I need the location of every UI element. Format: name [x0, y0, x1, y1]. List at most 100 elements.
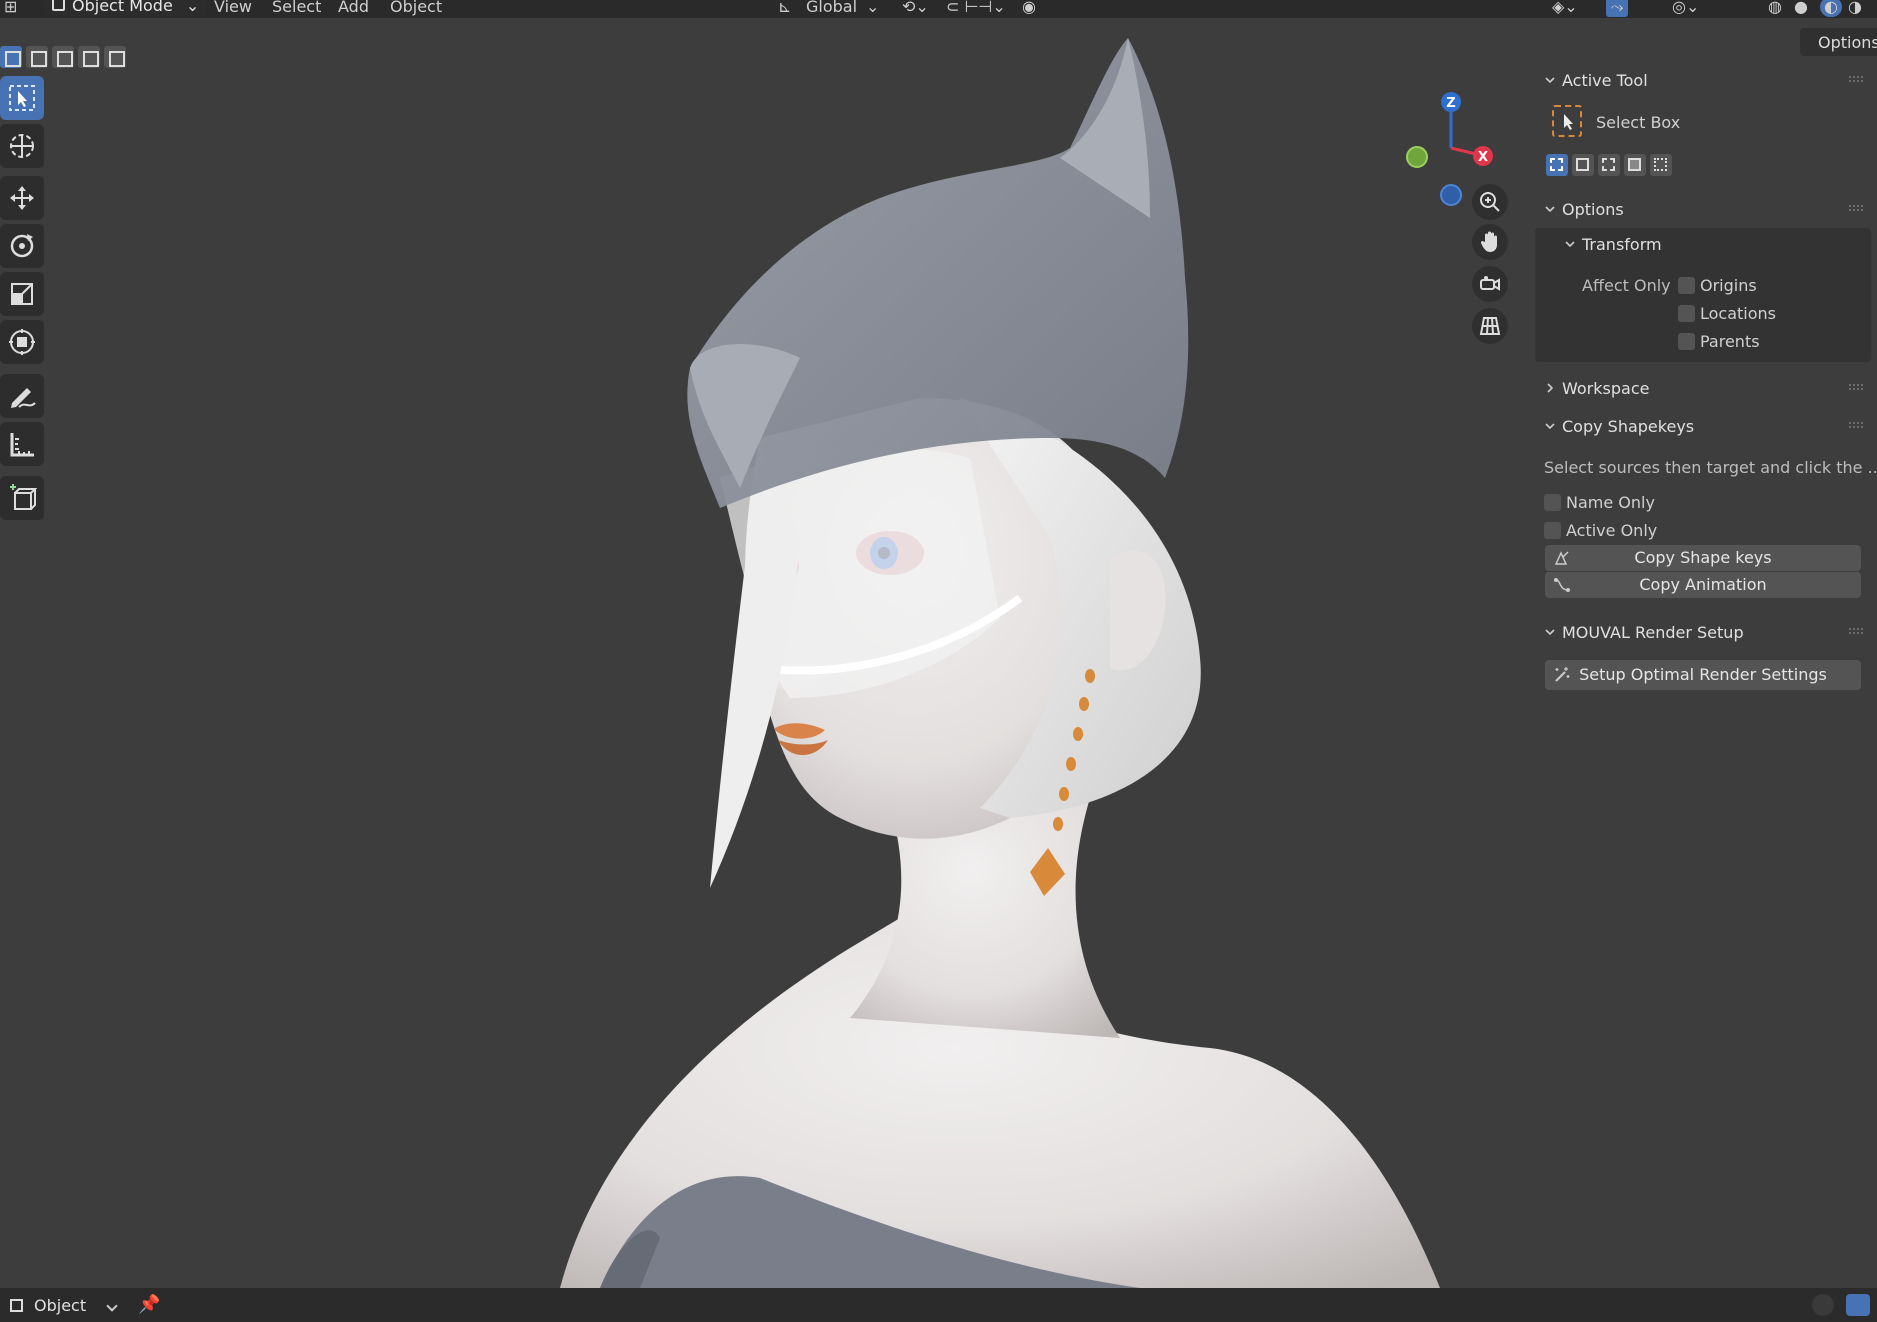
affect-only-label: Affect Only: [1582, 276, 1671, 295]
grid-perspective-icon: [1479, 317, 1501, 335]
locations-checkbox[interactable]: [1678, 305, 1695, 322]
pin-icon[interactable]: 📌: [138, 1294, 160, 1315]
orientation-dropdown[interactable]: Global: [806, 0, 857, 16]
setup-optimal-render-settings-label: Setup Optimal Render Settings: [1579, 665, 1827, 684]
select-intersect-icon[interactable]: [104, 46, 126, 68]
active-tool-header[interactable]: Active Tool: [1530, 64, 1877, 96]
transform-icon: [9, 329, 35, 355]
editor-type-icon[interactable]: ⊞: [4, 0, 17, 16]
rotate-icon: [10, 234, 34, 258]
mouval-render-setup-header[interactable]: MOUVAL Render Setup: [1530, 616, 1877, 648]
select-cursor-icon: [9, 85, 35, 111]
hand-icon: [1480, 231, 1497, 252]
crosshair-icon: [10, 134, 34, 158]
select-subtract-icon[interactable]: [1598, 154, 1620, 176]
setup-optimal-render-settings-button[interactable]: Setup Optimal Render Settings: [1545, 660, 1861, 690]
drag-handle-icon[interactable]: [1849, 205, 1863, 211]
proportional-edit-icon[interactable]: ◉: [1022, 0, 1036, 16]
object-mode-icon: [52, 0, 65, 11]
orientation-icon: ⊾: [778, 0, 792, 16]
camera-view-button[interactable]: [1472, 266, 1508, 302]
snap-icon[interactable]: ⊂ ⊢⊣⌄: [946, 0, 1006, 16]
annotate-tool[interactable]: [0, 374, 44, 418]
locations-label: Locations: [1700, 304, 1777, 323]
select-invert-icon[interactable]: [1624, 154, 1646, 176]
copy-shapekeys-title: Copy Shapekeys: [1562, 416, 1695, 436]
menu-object[interactable]: Object: [390, 0, 442, 16]
copy-animation-label: Copy Animation: [1639, 575, 1767, 594]
parents-checkbox[interactable]: [1678, 333, 1695, 350]
measure-tool[interactable]: [0, 422, 44, 466]
gizmo-toggle-icon[interactable]: ⤳: [1606, 0, 1628, 17]
transform-tool[interactable]: [0, 320, 44, 364]
shape-keys-icon: [1554, 551, 1569, 565]
workspace-title: Workspace: [1562, 378, 1650, 398]
wireframe-shading-icon[interactable]: ◍: [1768, 0, 1782, 16]
cursor-tool[interactable]: [0, 124, 44, 168]
overlay-icon[interactable]: ◎⌄: [1672, 0, 1699, 16]
select-new-icon[interactable]: [0, 46, 22, 68]
select-extend-icon[interactable]: [1572, 154, 1594, 176]
chevron-down-icon: [1545, 77, 1555, 84]
options-header[interactable]: Options: [1530, 193, 1877, 225]
origins-checkbox[interactable]: [1678, 277, 1695, 294]
drag-handle-icon[interactable]: [1849, 384, 1863, 390]
active-tool-title: Active Tool: [1562, 70, 1648, 90]
copy-shapekeys-header[interactable]: Copy Shapekeys: [1530, 410, 1877, 442]
perspective-toggle-button[interactable]: [1472, 308, 1508, 344]
active-only-checkbox[interactable]: [1544, 522, 1561, 539]
select-extend-icon[interactable]: [26, 46, 48, 68]
pivot-icon[interactable]: ⟲⌄: [902, 0, 929, 16]
select-box-tool-icon[interactable]: [1552, 105, 1582, 137]
render-toggle-icon[interactable]: [1846, 1294, 1870, 1316]
drag-handle-icon[interactable]: [1849, 422, 1863, 428]
add-cube-tool[interactable]: [0, 476, 44, 520]
active-only-label: Active Only: [1566, 521, 1658, 540]
zoom-button[interactable]: [1472, 184, 1508, 220]
menu-select[interactable]: Select: [272, 0, 321, 16]
rotate-tool[interactable]: [0, 224, 44, 268]
options-tab[interactable]: Options: [1800, 28, 1877, 56]
rendered-shading-icon[interactable]: ◑: [1848, 0, 1862, 16]
select-new-icon[interactable]: [1546, 154, 1568, 176]
options-title: Options: [1562, 199, 1624, 219]
viewport-header: ⊞ Object Mode ⌄ View Select Add Object ⊾…: [0, 0, 1877, 18]
help-icon[interactable]: [1812, 1294, 1834, 1316]
magic-wand-icon: [1555, 667, 1570, 682]
active-tool-name: Select Box: [1596, 113, 1681, 132]
chevron-right-icon: [1547, 383, 1554, 393]
add-cube-icon: [10, 484, 37, 510]
scale-tool[interactable]: [0, 272, 44, 316]
chevron-down-icon: ⌄: [866, 0, 880, 16]
workspace-header[interactable]: Workspace: [1530, 372, 1877, 404]
origins-label: Origins: [1700, 276, 1757, 295]
copy-shape-keys-button[interactable]: Copy Shape keys: [1545, 545, 1861, 571]
cursor-arrow-icon: [1564, 114, 1573, 130]
pencil-icon: [11, 388, 36, 408]
name-only-label: Name Only: [1566, 493, 1655, 512]
copy-animation-button[interactable]: Copy Animation: [1545, 572, 1861, 598]
drag-handle-icon[interactable]: [1849, 76, 1863, 82]
chevron-down-icon: [1545, 423, 1555, 430]
zoom-icon: [1480, 192, 1500, 212]
select-invert-icon[interactable]: [78, 46, 100, 68]
select-intersect-icon[interactable]: [1650, 154, 1672, 176]
name-only-checkbox[interactable]: [1544, 494, 1561, 511]
visibility-icon[interactable]: ◈⌄: [1552, 0, 1578, 16]
ruler-icon: [10, 433, 34, 457]
select-box-tool[interactable]: [0, 76, 44, 120]
move-tool[interactable]: [0, 176, 44, 220]
transform-header[interactable]: Transform: [1530, 228, 1877, 260]
menu-view[interactable]: View: [214, 0, 252, 16]
object-mode-dropdown[interactable]: Object: [4, 1295, 124, 1317]
select-subtract-icon[interactable]: [52, 46, 74, 68]
mode-dropdown[interactable]: Object Mode ⌄: [44, 0, 208, 16]
chevron-down-icon: [1565, 241, 1575, 248]
drag-handle-icon[interactable]: [1849, 628, 1863, 634]
menu-add[interactable]: Add: [338, 0, 369, 16]
chevron-down-icon: [1545, 206, 1555, 213]
material-shading-icon[interactable]: ◐: [1820, 0, 1842, 17]
solid-shading-icon[interactable]: ●: [1794, 0, 1808, 16]
status-bar: Object 📌: [0, 1288, 1877, 1322]
pan-button[interactable]: [1472, 224, 1508, 260]
